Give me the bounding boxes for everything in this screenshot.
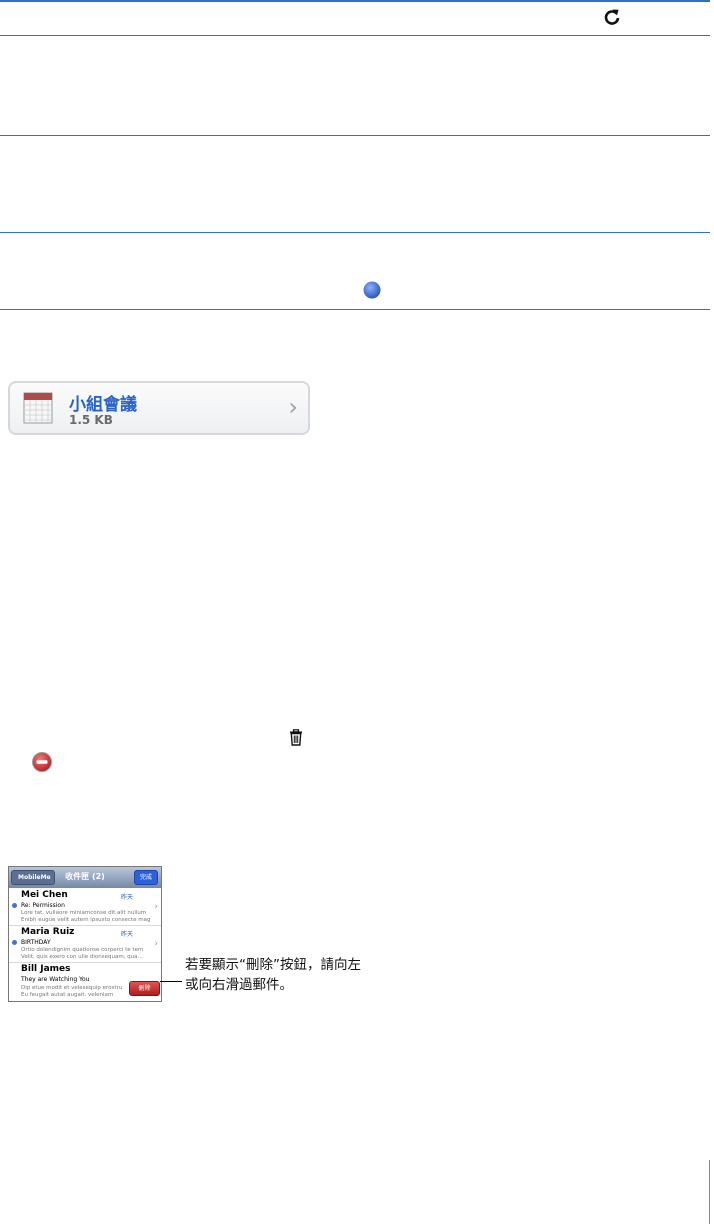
message-sender: Mei Chen	[21, 890, 68, 900]
message-subject: BIRTHDAY	[21, 939, 51, 946]
unread-dot-icon	[12, 940, 17, 945]
done-button[interactable]: 完成	[134, 870, 158, 885]
chevron-right-icon: ›	[154, 902, 158, 912]
attachment-card[interactable]: 小組會議 1.5 KB ›	[8, 381, 310, 435]
message-preview: Dip etue modit et velesequip erostru	[21, 985, 123, 991]
callout-line-2: 或向右滑過郵件。	[185, 977, 293, 993]
message-sender: Bill James	[21, 964, 71, 974]
mail-screenshot: MobileMe 收件匣 (2) 完成 Mei Chen 昨天 Re: Perm…	[8, 866, 162, 1002]
message-subject: They are Watching You	[21, 976, 90, 983]
attachment-title: 小組會議	[69, 395, 137, 415]
message-row[interactable]: Maria Ruiz 昨天 BIRTHDAY Ortio dolendignim…	[9, 926, 161, 963]
message-preview: Ortio dolendignim quationse corperci te …	[21, 947, 144, 953]
message-preview: Lore tat, vullaore miniamconse dit alit …	[21, 910, 147, 916]
delete-button[interactable]: 刪除	[129, 981, 160, 996]
chevron-right-icon: ›	[154, 939, 158, 949]
message-time: 昨天	[121, 894, 134, 901]
nav-bar: MobileMe 收件匣 (2) 完成	[9, 867, 161, 888]
unread-dot-icon	[12, 903, 17, 908]
calendar-icon	[23, 392, 53, 424]
chevron-right-icon: ›	[288, 393, 298, 421]
message-subject: Re: Permission	[21, 902, 65, 909]
refresh-icon	[602, 7, 622, 27]
section-rule	[0, 309, 710, 310]
page-edge-rule	[709, 1160, 710, 1224]
section-rule	[0, 232, 710, 233]
callout-line-1: 若要顯示“刪除”按鈕，請向左	[185, 957, 361, 973]
message-preview: Eu feugait autat augait. veleniam	[21, 992, 114, 998]
message-sender: Maria Ruiz	[21, 927, 75, 937]
message-time: 昨天	[121, 931, 134, 938]
message-preview: Enibh eugue velit autem ipsusto consecte…	[21, 917, 151, 923]
callout-line	[160, 981, 182, 982]
callout-text: 若要顯示“刪除”按鈕，請向左 或向右滑過郵件。	[185, 955, 361, 995]
top-rule	[0, 0, 710, 2]
message-row[interactable]: Bill James They are Watching You Dip etu…	[9, 963, 161, 1001]
section-rule	[0, 135, 710, 136]
unread-dot-icon	[362, 280, 382, 300]
delete-minus-icon	[31, 751, 53, 773]
message-row[interactable]: Mei Chen 昨天 Re: Permission Lore tat, vul…	[9, 889, 161, 926]
attachment-size: 1.5 KB	[69, 413, 113, 427]
trash-icon	[289, 729, 303, 746]
section-rule	[0, 35, 710, 36]
message-preview: Velit, quis exero con ulle dionsequam, q…	[21, 954, 143, 960]
